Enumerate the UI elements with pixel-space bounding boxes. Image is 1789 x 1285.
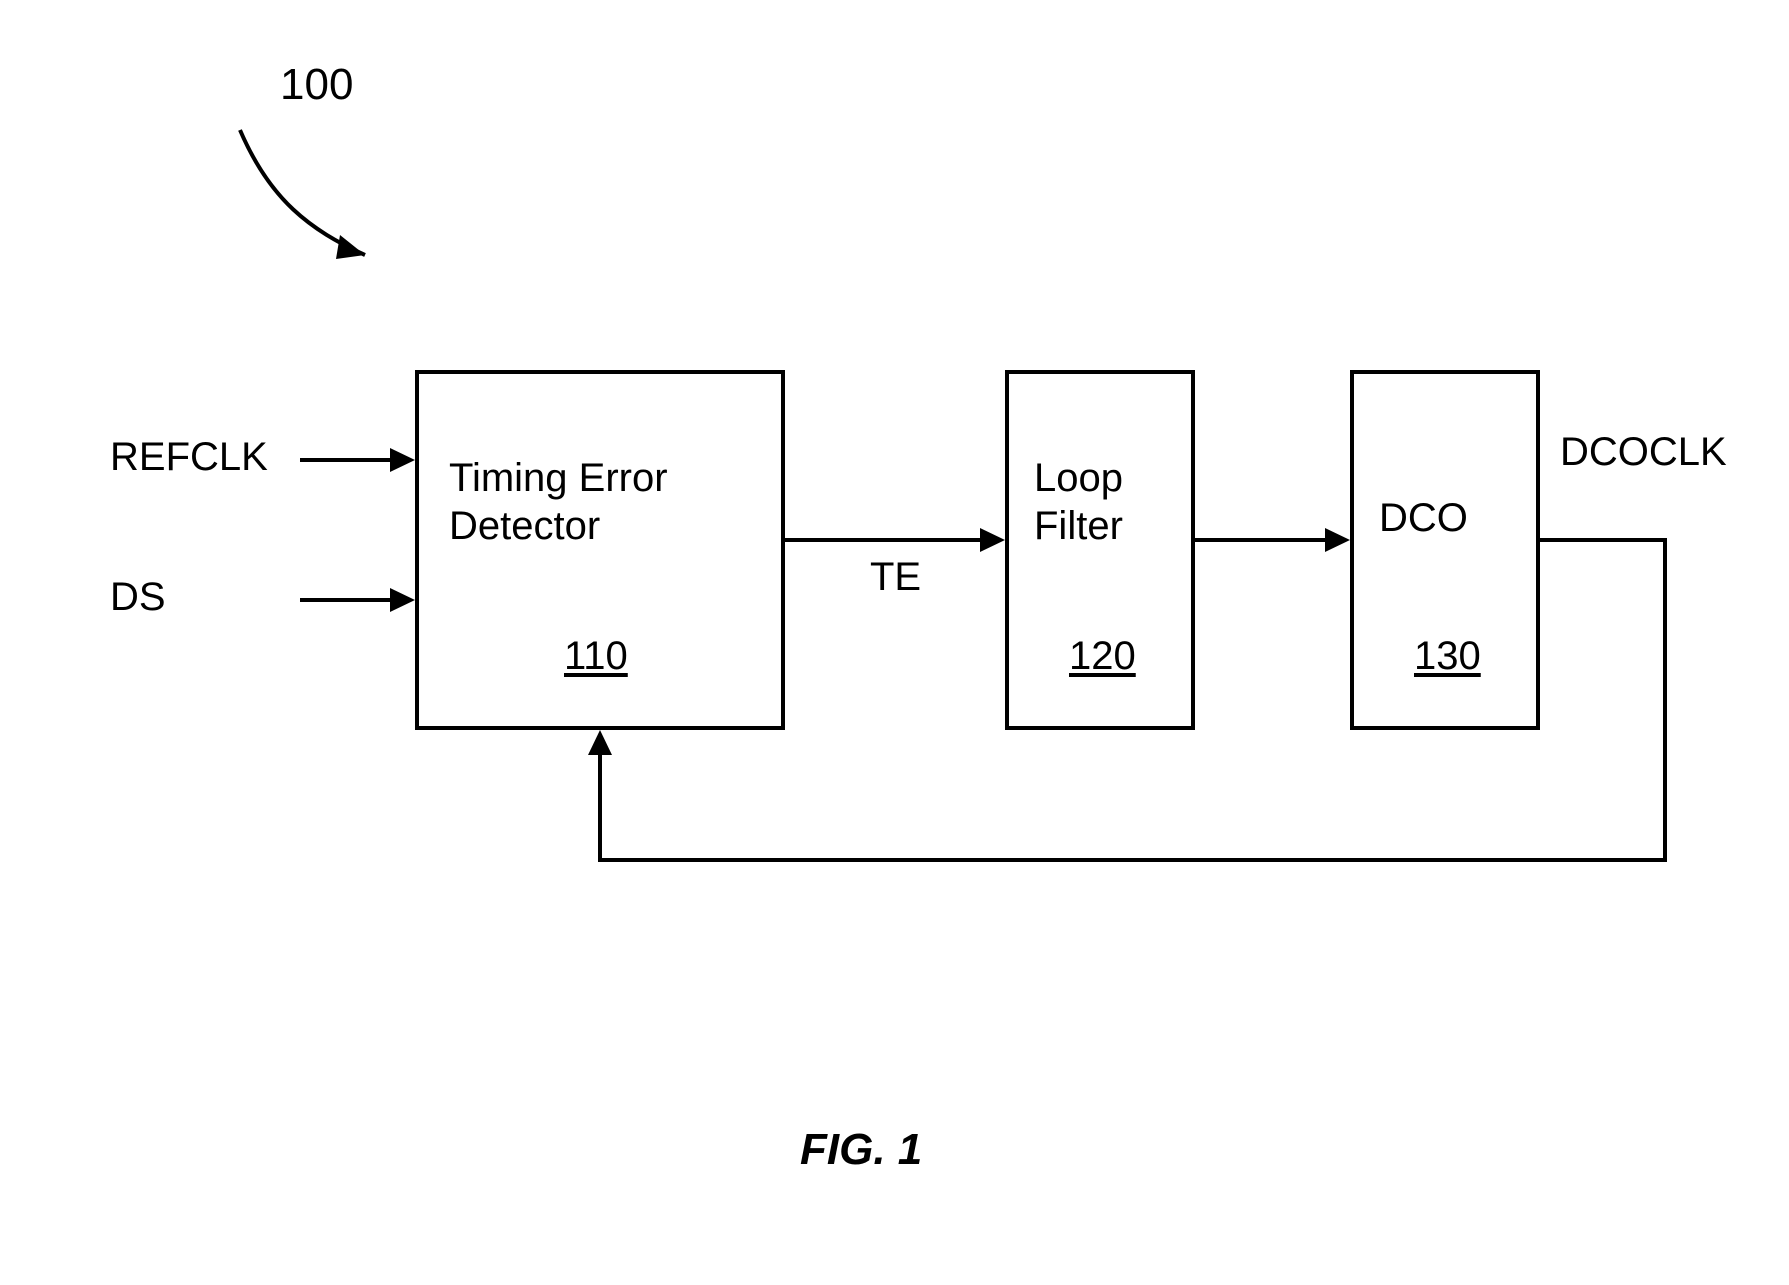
diagram-canvas: 100 Timing Error Detector 110 Loop Filte… [0,0,1789,1285]
figure-caption: FIG. 1 [800,1125,922,1175]
connections [0,0,1789,1285]
